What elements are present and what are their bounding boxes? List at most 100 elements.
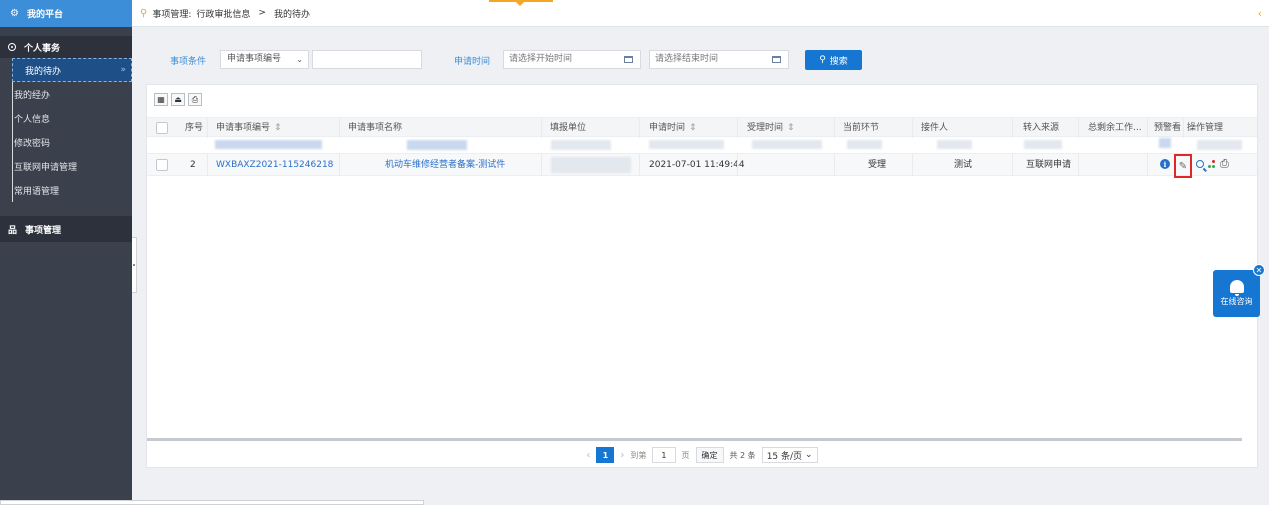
location-pin-icon: ⚲ [140,7,148,19]
chevron-down-icon: ⌄ [805,450,813,460]
row-code-link[interactable]: WXBAXZ2021-115246218-0... [216,155,334,175]
sidebar-group-personal[interactable]: 个人事务 [0,36,132,58]
export-icon[interactable]: ⏏ [171,93,185,106]
sidebar-items: 我的待办 » 我的经办 个人信息 修改密码 互联网申请管理 常用语管理 [0,58,132,202]
breadcrumb-root: 事项管理: [152,9,192,20]
sidebar-item-my-handled[interactable]: 我的经办 [0,82,132,106]
tab-indicator-arrow [516,2,524,6]
next-page-icon[interactable]: › [620,450,624,461]
goto-page-input[interactable]: 1 [652,447,676,463]
consult-label: 在线咨询 [1220,297,1253,306]
start-date-input[interactable]: 请选择开始时间 [503,50,641,69]
sidebar-group-label: 事项管理 [25,225,62,236]
prev-page-icon[interactable]: ‹ [586,450,590,461]
col-code[interactable]: 申请事项编号 ⇕ [216,118,282,138]
col-warning: 预警看 [1154,123,1182,133]
select-all-checkbox[interactable] [156,122,168,134]
row-stage: 受理 [868,160,887,170]
goto-label: 到第 [630,450,647,460]
back-arrow-icon[interactable]: ‹ [1258,7,1262,20]
sidebar-collapse-handle[interactable] [132,237,137,293]
online-consult-button[interactable]: 在线咨询 [1213,270,1260,317]
breadcrumb-separator: > [258,8,266,18]
condition-select-value: 申请事项编号 [227,54,282,64]
col-apply-time-label: 申请时间 [649,123,686,133]
page-size-value: 15 条/页 [766,451,803,462]
bell-icon [1229,280,1244,296]
row-operations: i ✎ ⎙ [1160,154,1229,178]
condition-input[interactable] [312,50,422,69]
row-checkbox[interactable] [156,159,168,171]
col-stage: 当前环节 [843,123,880,133]
table-row[interactable] [147,137,1257,154]
col-accept-time[interactable]: 受理时间 ⇕ [747,118,795,138]
sidebar-item-label: 我的待办 [25,66,62,77]
sidebar-item-label: 修改密码 [14,138,51,149]
col-index: 序号 [185,123,204,133]
search-button[interactable]: ⚲ 搜索 [805,50,862,70]
calendar-icon [624,56,633,63]
sidebar-item-label: 互联网申请管理 [14,162,78,173]
sort-icon[interactable]: ⇕ [274,123,282,133]
sidebar-item-common-phrases[interactable]: 常用语管理 [0,178,132,202]
print-icon[interactable]: ⎙ [188,93,202,106]
sort-icon[interactable]: ⇕ [689,123,697,133]
goto-confirm-button[interactable]: 确定 [695,447,724,463]
sidebar-item-change-password[interactable]: 修改密码 [0,130,132,154]
end-date-placeholder: 请选择结束时间 [655,54,719,64]
row-receiver: 测试 [954,160,973,170]
table-toolbar: ▦ ⏏ ⎙ [154,93,202,106]
page-unit-label: 页 [681,450,690,460]
sidebar-item-my-todo[interactable]: 我的待办 » [12,58,132,82]
horizontal-scrollbar[interactable] [147,438,1242,441]
calendar-icon [772,56,781,63]
sidebar-item-label: 常用语管理 [14,186,60,197]
end-date-input[interactable]: 请选择结束时间 [649,50,789,69]
search-button-label: 搜索 [829,56,848,67]
sidebar-header-title: 我的平台 [26,10,63,20]
col-operations: 操作管理 [1187,123,1224,133]
col-accept-time-label: 受理时间 [747,123,784,133]
search-bar: 事项条件 申请事项编号 ⌄ 申请时间 请选择开始时间 请选择结束时间 ⚲ 搜索 [132,36,1269,80]
sidebar-item-label: 我的经办 [14,90,51,101]
sidebar: ⚙ 我的平台 个人事务 我的待办 » 我的经办 个人信息 修改密码 互联网申请管… [0,0,132,505]
breadcrumb-mid[interactable]: 行政审批信息 [196,7,250,20]
pencil-icon: ✎ [1178,160,1188,172]
pagination: ‹ 1 › 到第 1 页 确定 共 2 条 15 条/页 ⌄ [147,443,1257,467]
search-icon: ⚲ [819,55,826,65]
table-row[interactable]: 2 WXBAXZ2021-115246218-0... 机动车维修经营者备案-测… [147,154,1257,178]
sitemap-icon: 品 [8,225,18,236]
workflow-icon[interactable] [1208,159,1216,169]
col-unit: 填报单位 [550,123,587,133]
row-apply-time: 2021-07-01 11:49:44 [649,160,745,170]
row-source: 互联网申请 [1026,160,1072,170]
columns-icon[interactable]: ▦ [154,93,168,106]
time-label: 申请时间 [454,57,491,67]
status-strip [0,500,424,505]
sidebar-header[interactable]: ⚙ 我的平台 [0,0,132,27]
condition-label: 事项条件 [170,57,207,67]
close-icon[interactable]: ✕ [1253,264,1265,276]
col-apply-time[interactable]: 申请时间 ⇕ [649,118,697,138]
search-icon[interactable] [1196,160,1204,168]
sidebar-group-label: 个人事务 [24,43,61,54]
col-receiver: 接件人 [921,123,949,133]
col-code-label: 申请事项编号 [216,123,271,133]
sidebar-item-personal-info[interactable]: 个人信息 [0,106,132,130]
table-header-row: 序号 申请事项编号 ⇕ 申请事项名称 填报单位 申请时间 ⇕ 受理时间 ⇕ 当前环节 … [147,117,1257,138]
breadcrumb: ⚲ 事项管理: 行政审批信息 > 我的待办 ‹ [132,0,1269,27]
row-name-link[interactable]: 机动车维修经营者备案-测试件 [385,155,505,175]
group-radio-icon [8,43,16,51]
info-icon[interactable]: i [1160,159,1170,169]
page-size-select[interactable]: 15 条/页 ⌄ [761,447,818,463]
sort-icon[interactable]: ⇕ [787,123,795,133]
data-table: 序号 申请事项编号 ⇕ 申请事项名称 填报单位 申请时间 ⇕ 受理时间 ⇕ 当前环节 … [147,117,1257,178]
printer-icon[interactable]: ⎙ [1220,157,1229,171]
row-index: 2 [190,160,196,170]
page-1-button[interactable]: 1 [596,447,615,463]
edit-button-highlighted[interactable]: ✎ [1174,154,1192,178]
sidebar-item-internet-apply[interactable]: 互联网申请管理 [0,154,132,178]
sidebar-group-matters[interactable]: 品 事项管理 [0,216,132,242]
condition-select[interactable]: 申请事项编号 ⌄ [220,50,309,69]
col-name: 申请事项名称 [348,123,403,133]
